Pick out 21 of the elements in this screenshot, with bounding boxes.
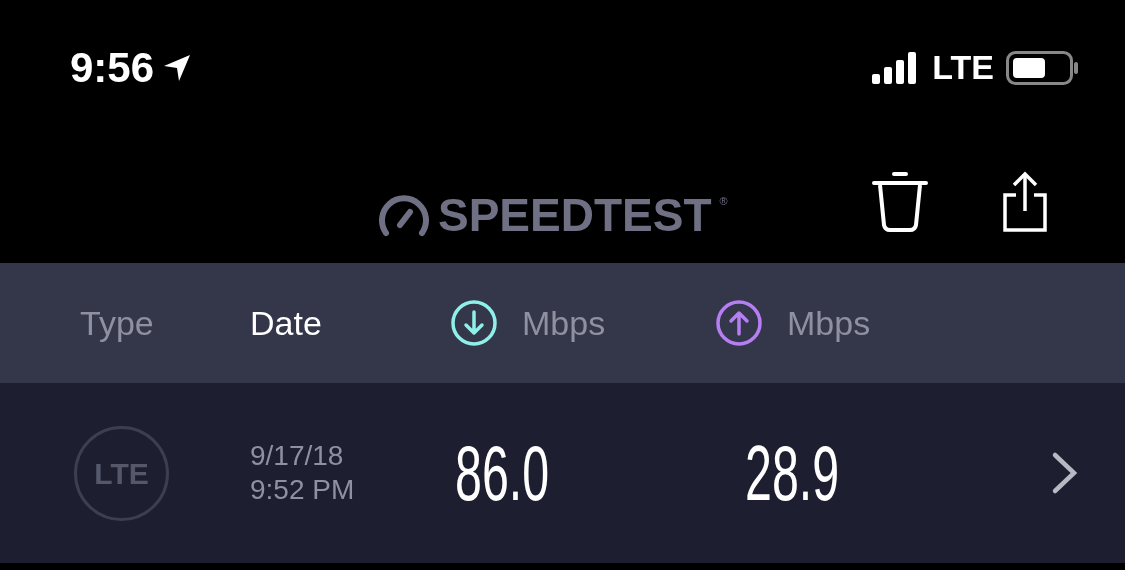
share-icon [1002, 171, 1048, 233]
trash-button[interactable] [870, 171, 930, 233]
download-speed: 86.0 [455, 427, 550, 519]
result-row[interactable]: LTE 9/17/18 9:52 PM 86.0 28.9 [0, 383, 1125, 563]
trademark-sign: ® [719, 194, 728, 209]
trash-icon [870, 171, 930, 233]
test-date: 9/17/18 [250, 439, 345, 473]
chevron-right-icon [1050, 451, 1080, 495]
speedometer-icon [378, 194, 430, 237]
battery-icon [1006, 50, 1080, 85]
column-header[interactable]: Mbps [522, 297, 606, 349]
share-button[interactable] [1002, 171, 1048, 233]
test-time: 9:52 PM [250, 473, 356, 507]
status-time: 9:56 [70, 43, 155, 93]
network-type: LTE [932, 47, 994, 88]
app-logo: SPEEDTEST [438, 188, 712, 243]
column-header[interactable]: Date [250, 297, 322, 349]
upload-speed: 28.9 [745, 427, 840, 519]
connection-type-badge: LTE [74, 425, 169, 521]
column-header[interactable]: Type [80, 297, 154, 349]
column-header[interactable]: Mbps [787, 297, 871, 349]
